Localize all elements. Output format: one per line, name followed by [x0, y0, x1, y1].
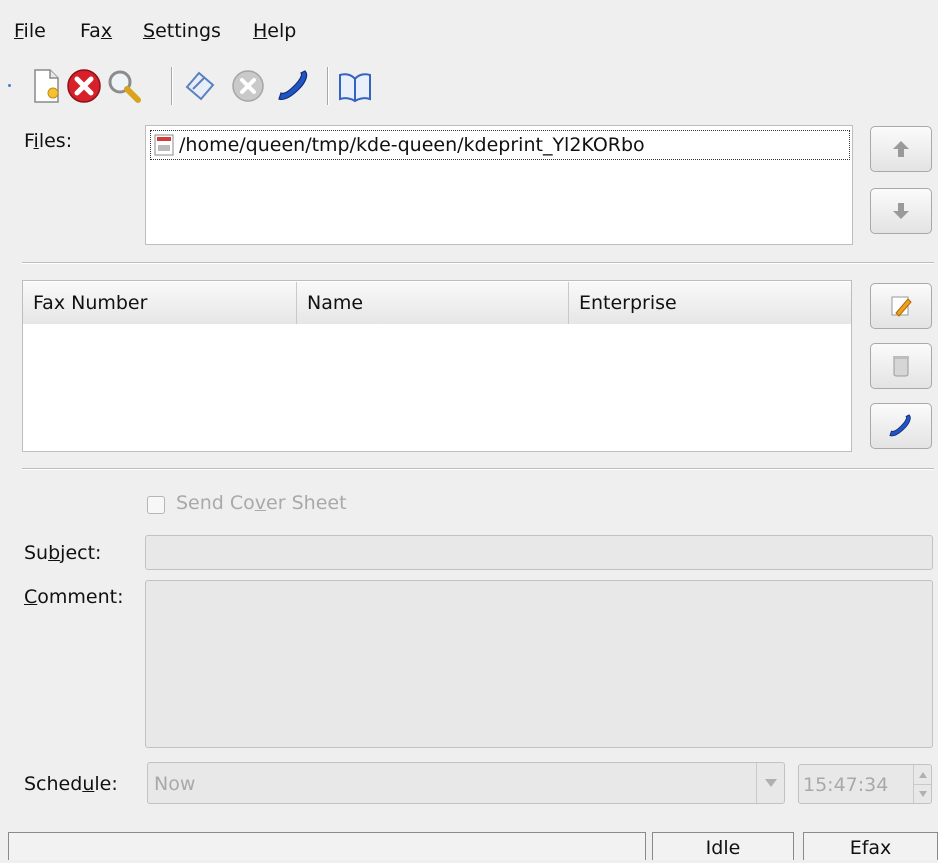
file-path: /home/queen/tmp/kde-queen/kdeprint_Yl2KO…	[179, 134, 645, 156]
column-enterprise[interactable]: Enterprise	[569, 282, 851, 324]
column-fax-number[interactable]: Fax Number	[23, 282, 297, 324]
arrow-down-icon	[890, 200, 912, 222]
chevron-down-icon[interactable]	[756, 763, 784, 803]
subject-input[interactable]	[145, 535, 933, 570]
printer-file-icon	[153, 133, 175, 157]
divider	[22, 262, 934, 264]
column-name[interactable]: Name	[297, 282, 569, 324]
files-label: Files:	[24, 130, 73, 152]
phone-icon[interactable]	[274, 64, 314, 108]
schedule-select[interactable]: Now	[147, 762, 785, 804]
move-up-button[interactable]	[870, 126, 932, 172]
status-state: Idle	[652, 832, 794, 860]
dial-button[interactable]	[870, 403, 932, 449]
status-system: Efax	[803, 832, 938, 860]
toolbar-separator	[171, 67, 173, 105]
schedule-label: Schedule:	[24, 773, 118, 795]
phone-icon	[887, 412, 915, 440]
menu-bar: File Fax Settings Help	[0, 0, 938, 60]
remove-recipient-button[interactable]	[870, 343, 932, 389]
time-spinner[interactable]	[913, 765, 931, 803]
add-recipient-button[interactable]	[870, 283, 932, 329]
schedule-selected: Now	[154, 773, 196, 795]
toolbar-separator	[327, 67, 329, 105]
list-item[interactable]: /home/queen/tmp/kde-queen/kdeprint_Yl2KO…	[150, 130, 850, 160]
delete-icon	[889, 353, 913, 379]
schedule-time-value: 15:47:34	[803, 774, 889, 796]
edit-icon	[888, 293, 914, 319]
move-down-button[interactable]	[870, 188, 932, 234]
divider	[22, 468, 934, 470]
menu-settings[interactable]: Settings	[143, 20, 221, 42]
cover-sheet-label: Send Cover Sheet	[176, 492, 347, 514]
schedule-time[interactable]: 15:47:34	[798, 764, 932, 804]
arrow-up-icon	[890, 138, 912, 160]
cancel-icon[interactable]	[228, 64, 268, 108]
erase-icon[interactable]	[180, 64, 220, 108]
new-document-icon[interactable]	[26, 64, 66, 108]
stop-icon[interactable]	[64, 64, 104, 108]
cover-sheet-checkbox[interactable]	[147, 496, 165, 514]
comment-textarea[interactable]	[145, 580, 933, 748]
menu-help[interactable]: Help	[253, 20, 296, 42]
status-message	[8, 832, 646, 860]
spin-down-icon[interactable]	[914, 784, 931, 803]
spin-up-icon[interactable]	[914, 765, 931, 784]
preview-icon[interactable]	[104, 64, 144, 108]
toolbar	[0, 62, 938, 112]
toolbar-handle[interactable]	[8, 84, 11, 87]
subject-label: Subject:	[24, 542, 102, 564]
menu-fax[interactable]: Fax	[80, 20, 112, 42]
menu-file[interactable]: File	[14, 20, 46, 42]
addressbook-icon[interactable]	[335, 64, 375, 108]
comment-label: Comment:	[24, 586, 124, 608]
